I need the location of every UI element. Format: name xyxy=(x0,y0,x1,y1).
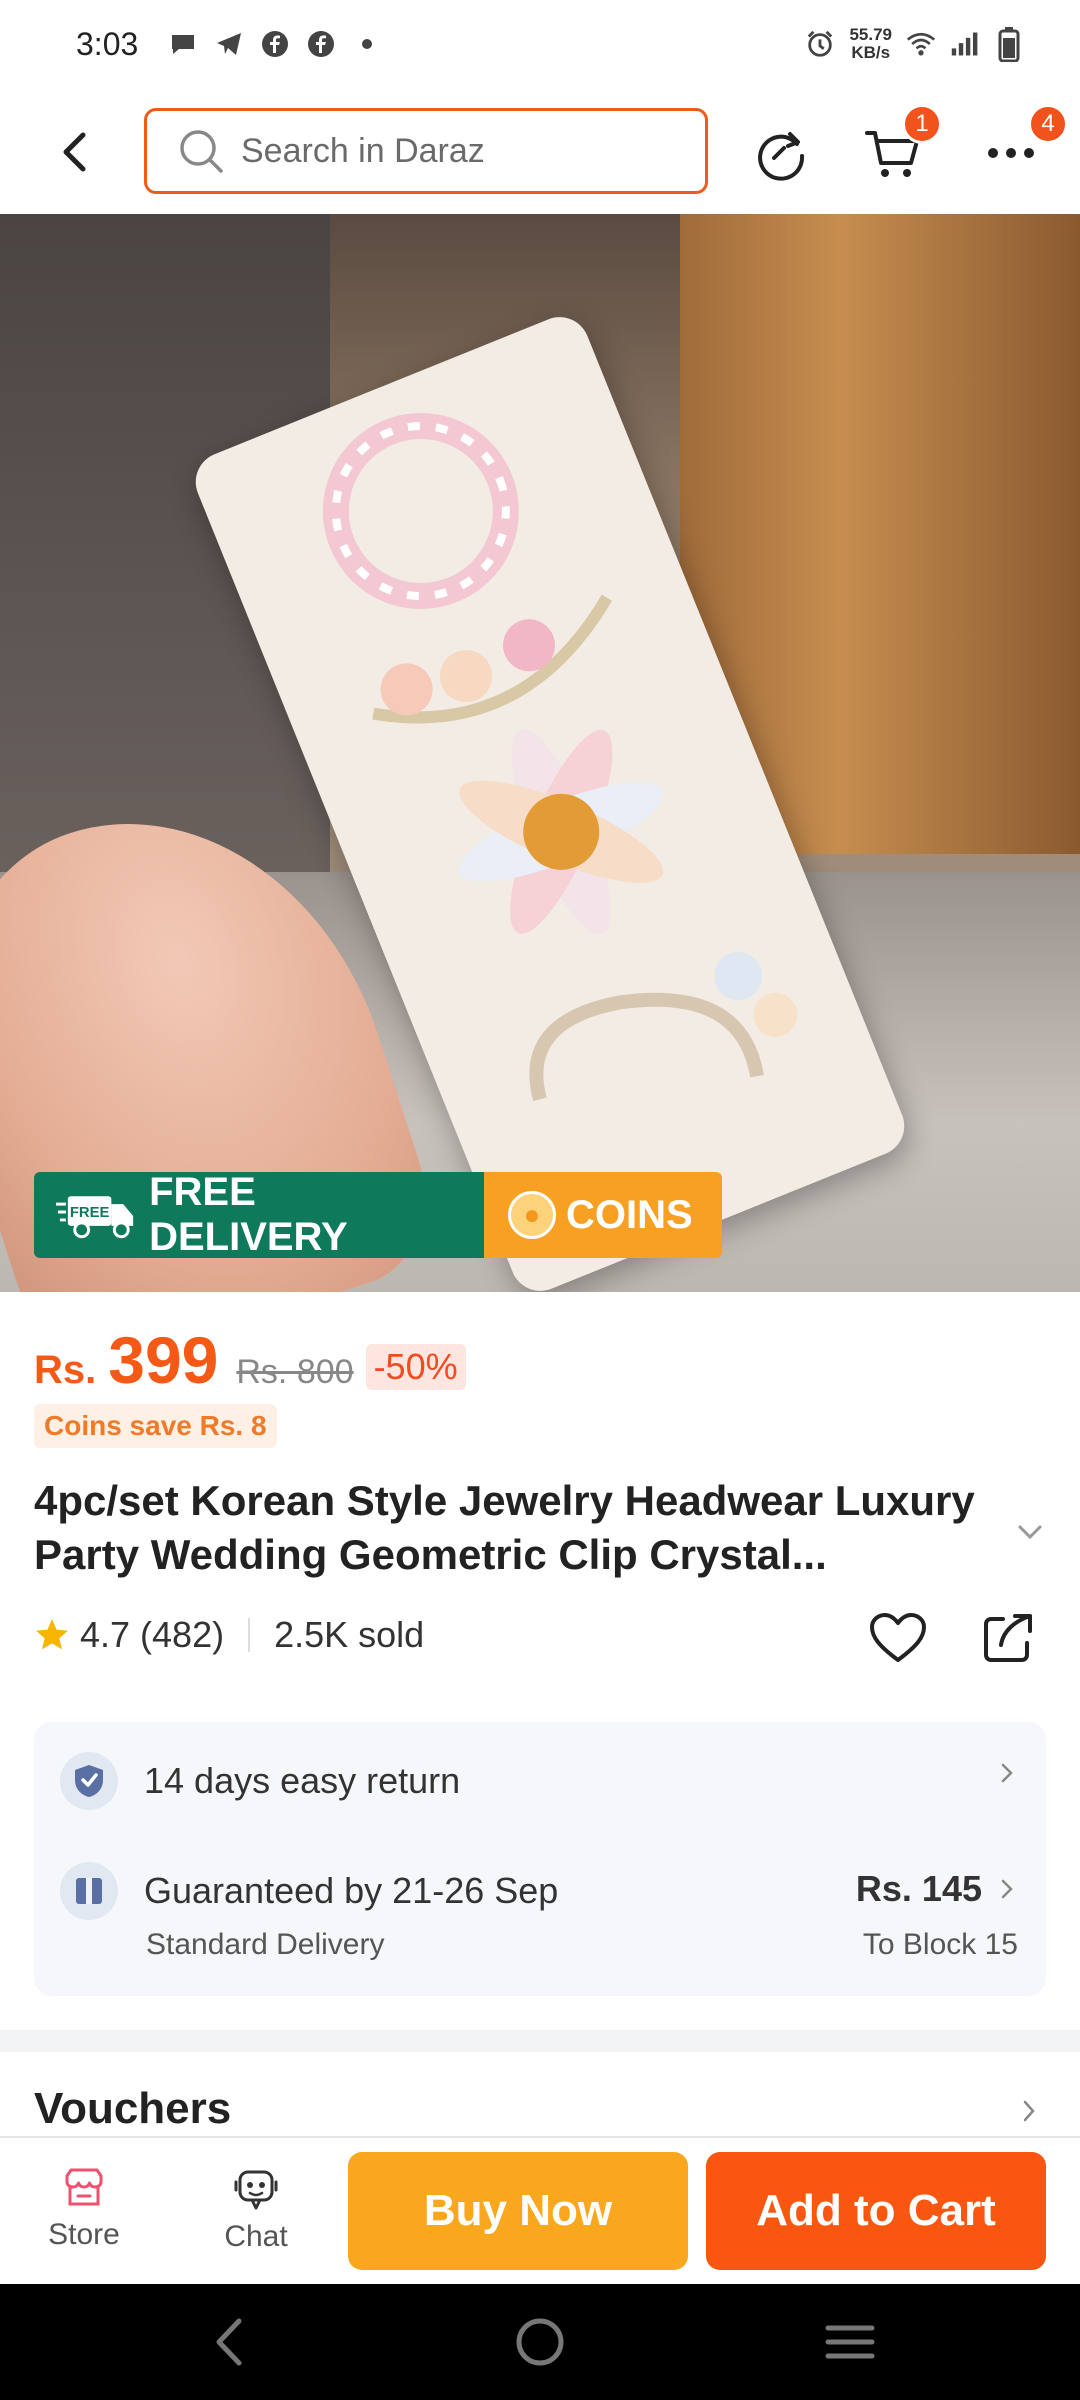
service-card: 14 days easy return Guaranteed by 21-26 … xyxy=(34,1722,1046,1996)
review-count: (482) xyxy=(140,1614,225,1655)
delivery-row[interactable]: Guaranteed by 21-26 Sep xyxy=(60,1862,558,1920)
delivery-type: Standard Delivery xyxy=(146,1928,385,1961)
product-image[interactable] xyxy=(0,214,1080,1292)
chat-button[interactable]: Chat xyxy=(196,2166,316,2254)
share-icon xyxy=(984,1614,1032,1662)
rating-value: 4.7 xyxy=(80,1614,131,1655)
coins-label: COINS xyxy=(566,1192,693,1237)
status-right: 55.79 KB/s xyxy=(805,26,1024,62)
vouchers-heading[interactable]: Vouchers xyxy=(34,2084,231,2134)
price-row: Rs. 399 Rs. 800 -50% xyxy=(34,1322,466,1398)
free-delivery-label: FREE DELIVERY xyxy=(149,1172,348,1258)
buy-now-button[interactable]: Buy Now xyxy=(348,2152,688,2270)
telegram-icon xyxy=(214,29,244,59)
discount-badge: -50% xyxy=(365,1344,466,1390)
facebook-icon xyxy=(260,29,290,59)
network-speed: 55.79 KB/s xyxy=(849,26,892,62)
vouchers-chevron[interactable] xyxy=(1018,2098,1040,2129)
facebook-icon xyxy=(306,29,336,59)
section-divider xyxy=(0,2030,1080,2052)
return-policy-row[interactable]: 14 days easy return xyxy=(60,1752,460,1810)
store-label: Store xyxy=(48,2218,120,2251)
search-icon xyxy=(180,130,223,173)
delivery-guarantee-text: Guaranteed by 21-26 Sep xyxy=(144,1870,559,1911)
wifi-icon xyxy=(906,29,936,59)
return-policy-text: 14 days easy return xyxy=(144,1760,461,1801)
status-bar: 3:03 55.79 KB/s xyxy=(0,0,1080,88)
menu-icon xyxy=(825,2325,875,2359)
return-chevron[interactable] xyxy=(996,1762,1018,1784)
more-badge: 4 xyxy=(1028,104,1068,144)
battery-icon xyxy=(994,27,1024,62)
divider xyxy=(248,1618,251,1652)
product-title: 4pc/set Korean Style Jewelry Headwear Lu… xyxy=(34,1477,975,1578)
package-icon xyxy=(60,1862,118,1920)
refresh-button[interactable] xyxy=(746,118,816,188)
coins-save-tag: Coins save Rs. 8 xyxy=(34,1404,277,1448)
netspeed-unit: KB/s xyxy=(851,43,891,62)
refresh-icon xyxy=(758,132,805,181)
home-icon xyxy=(516,2318,564,2366)
system-back-button[interactable] xyxy=(198,2312,258,2372)
chevron-right-icon xyxy=(1023,2100,1035,2122)
back-icon xyxy=(216,2318,242,2366)
price-currency: Rs. xyxy=(34,1348,97,1392)
delivery-location: To Block 15 xyxy=(862,1928,1018,1961)
chevron-right-icon xyxy=(1001,1879,1013,1899)
chat-label: Chat xyxy=(224,2220,288,2253)
add-to-cart-button[interactable]: Add to Cart xyxy=(706,2152,1046,2270)
system-navigation-bar xyxy=(0,2284,1080,2400)
cart-badge: 1 xyxy=(902,104,942,144)
delivery-fee-value: Rs. 145 xyxy=(855,1868,982,1909)
bottom-action-bar: Store Chat Buy Now Add to Cart xyxy=(0,2136,1080,2284)
rating-row[interactable]: 4.7 (482) 2.5K sold xyxy=(34,1614,424,1656)
message-icon xyxy=(168,29,198,59)
cart-button[interactable]: 1 xyxy=(858,104,942,188)
chevron-down-icon xyxy=(1018,1525,1042,1540)
search-input[interactable] xyxy=(241,131,661,171)
delivery-fee[interactable]: Rs. 145 xyxy=(856,1868,1018,1910)
alarm-icon xyxy=(805,29,835,59)
share-button[interactable] xyxy=(976,1606,1040,1670)
price-current: 399 xyxy=(108,1323,219,1397)
coins-badge: ● COINS xyxy=(484,1172,722,1258)
system-recents-button[interactable] xyxy=(820,2312,880,2372)
free-delivery-badge: FREE FREE DELIVERY xyxy=(34,1172,484,1258)
signal-icon xyxy=(950,29,980,59)
heart-icon xyxy=(870,1613,926,1662)
delivery-truck-icon: FREE xyxy=(55,1196,134,1239)
status-left: 3:03 xyxy=(76,26,382,63)
star-icon xyxy=(36,1619,68,1650)
shield-icon xyxy=(60,1752,118,1810)
promo-banner: FREE FREE DELIVERY ● COINS xyxy=(34,1172,722,1258)
search-box[interactable] xyxy=(144,108,708,194)
chevron-right-icon xyxy=(1001,1763,1013,1783)
top-nav: 1 4 xyxy=(0,100,1080,206)
wishlist-button[interactable] xyxy=(866,1606,930,1670)
system-home-button[interactable] xyxy=(510,2312,570,2372)
more-button[interactable]: 4 xyxy=(976,104,1068,188)
coin-icon: ● xyxy=(508,1191,556,1239)
more-icon xyxy=(988,148,1034,158)
store-icon xyxy=(65,2168,103,2206)
netspeed-value: 55.79 xyxy=(849,25,892,44)
sold-count: 2.5K sold xyxy=(274,1614,425,1655)
status-time: 3:03 xyxy=(76,25,139,62)
chat-icon xyxy=(234,2170,278,2210)
expand-title-button[interactable] xyxy=(1010,1512,1050,1552)
free-tag: FREE xyxy=(70,1205,110,1221)
back-button[interactable] xyxy=(46,124,102,180)
price-original: Rs. 800 xyxy=(236,1353,354,1391)
store-button[interactable]: Store xyxy=(24,2166,144,2252)
chevron-left-icon xyxy=(63,132,86,172)
dot-icon xyxy=(352,29,382,59)
